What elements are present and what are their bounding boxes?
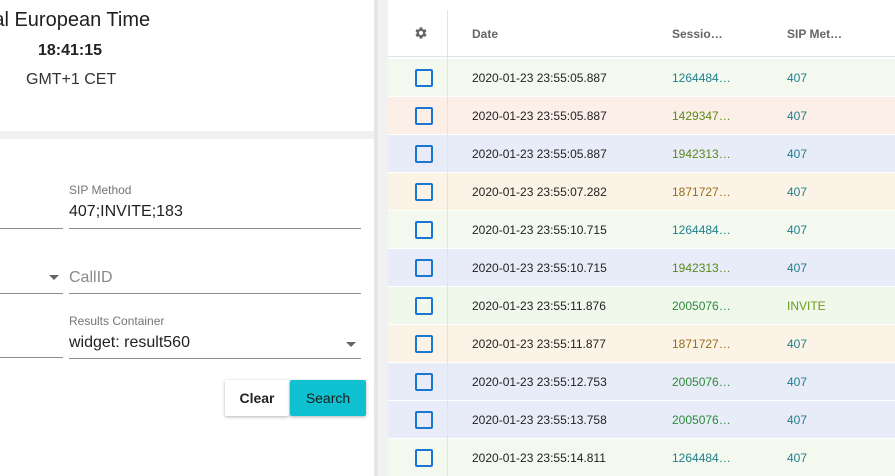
cell-sip-method: 407: [787, 147, 808, 161]
row-checkbox[interactable]: [415, 411, 433, 429]
cell-session[interactable]: 1871727…: [672, 337, 731, 351]
cell-date: 2020-01-23 23:55:11.876: [472, 299, 606, 313]
table-row[interactable]: 2020-01-23 23:55:10.715 1264484… 407: [388, 211, 895, 249]
cell-sip-method: 407: [787, 223, 808, 237]
cell-sip-method: INVITE: [787, 299, 826, 313]
search-button[interactable]: Search: [290, 380, 366, 416]
row-checkbox[interactable]: [415, 69, 433, 87]
callid-field[interactable]: CallID: [69, 257, 361, 295]
chevron-down-icon: [346, 342, 356, 347]
cell-sip-method: 407: [787, 413, 808, 427]
sip-method-value: 407;INVITE;183: [69, 203, 183, 220]
cell-session[interactable]: 1264484…: [672, 223, 731, 237]
row-checkbox[interactable]: [415, 449, 433, 467]
cell-date: 2020-01-23 23:55:07.282: [472, 185, 607, 199]
cell-date: 2020-01-23 23:55:14.811: [472, 451, 606, 465]
cell-sip-method: 407: [787, 185, 808, 199]
panel-divider[interactable]: [374, 0, 378, 476]
cell-sip-method: 407: [787, 109, 808, 123]
row-checkbox[interactable]: [415, 335, 433, 353]
row-checkbox[interactable]: [415, 221, 433, 239]
cell-date: 2020-01-23 23:55:05.887: [472, 109, 607, 123]
table-row[interactable]: 2020-01-23 23:55:11.877 1871727… 407: [388, 325, 895, 363]
clear-button[interactable]: Clear: [225, 380, 289, 416]
clock-timezone: GMT+1 CET: [26, 71, 117, 88]
column-header-session[interactable]: Sessio…: [672, 27, 723, 41]
cell-sip-method: 407: [787, 261, 808, 275]
callid-placeholder: CallID: [69, 269, 113, 286]
cell-session[interactable]: 1871727…: [672, 185, 731, 199]
field-underline: [0, 357, 63, 358]
cell-session[interactable]: 1264484…: [672, 451, 731, 465]
cell-sip-method: 407: [787, 337, 808, 351]
row-checkbox[interactable]: [415, 373, 433, 391]
table-header: Date Sessio… SIP Met…: [388, 10, 895, 57]
row-checkbox[interactable]: [415, 145, 433, 163]
results-container-value: widget: result560: [69, 334, 190, 351]
cell-session[interactable]: 2005076…: [672, 375, 731, 389]
left-dropdown[interactable]: [0, 257, 63, 295]
row-checkbox[interactable]: [415, 183, 433, 201]
cell-sip-method: 407: [787, 451, 808, 465]
table-row[interactable]: 2020-01-23 23:55:05.887 1942313… 407: [388, 135, 895, 173]
results-table: Date Sessio… SIP Met… 2020-01-23 23:55:0…: [388, 0, 895, 476]
cell-date: 2020-01-23 23:55:05.887: [472, 71, 607, 85]
cell-date: 2020-01-23 23:55:05.887: [472, 147, 607, 161]
table-row[interactable]: 2020-01-23 23:55:10.715 1942313… 407: [388, 249, 895, 287]
table-row[interactable]: 2020-01-23 23:55:05.887 1429347… 407: [388, 97, 895, 135]
results-container-select[interactable]: Results Container widget: result560: [69, 314, 361, 359]
cell-date: 2020-01-23 23:55:11.877: [472, 337, 606, 351]
row-checkbox[interactable]: [415, 297, 433, 315]
cell-date: 2020-01-23 23:55:12.753: [472, 375, 607, 389]
cell-session[interactable]: 1429347…: [672, 109, 731, 123]
cell-date: 2020-01-23 23:55:10.715: [472, 223, 607, 237]
results-container-label: Results Container: [69, 314, 165, 328]
table-row[interactable]: 2020-01-23 23:55:14.811 1264484… 407: [388, 439, 895, 476]
sip-method-field[interactable]: SIP Method 407;INVITE;183: [69, 183, 361, 229]
column-divider: [447, 10, 448, 476]
cell-sip-method: 407: [787, 71, 808, 85]
clock-widget: ntral European Time 18:41:15 GMT+1 CET: [0, 0, 374, 131]
table-row[interactable]: 2020-01-23 23:55:12.753 2005076… 407: [388, 363, 895, 401]
gear-icon[interactable]: [414, 26, 428, 40]
clock-time: 18:41:15: [38, 42, 103, 59]
chevron-down-icon: [49, 275, 59, 280]
table-row[interactable]: 2020-01-23 23:55:11.876 2005076… INVITE: [388, 287, 895, 325]
column-header-sip-method[interactable]: SIP Met…: [787, 27, 842, 41]
clock-title: ntral European Time: [0, 9, 151, 31]
cell-sip-method: 407: [787, 375, 808, 389]
cell-session[interactable]: 2005076…: [672, 413, 731, 427]
cell-session[interactable]: 1264484…: [672, 71, 731, 85]
cell-date: 2020-01-23 23:55:10.715: [472, 261, 607, 275]
table-row[interactable]: 2020-01-23 23:55:05.887 1264484… 407: [388, 59, 895, 97]
cell-session[interactable]: 2005076…: [672, 299, 731, 313]
search-form: SIP Method 407;INVITE;183 CallID Results…: [0, 139, 374, 476]
column-header-date[interactable]: Date: [472, 27, 498, 41]
cell-session[interactable]: 1942313…: [672, 147, 731, 161]
table-row[interactable]: 2020-01-23 23:55:07.282 1871727… 407: [388, 173, 895, 211]
row-checkbox[interactable]: [415, 259, 433, 277]
table-row[interactable]: 2020-01-23 23:55:13.758 2005076… 407: [388, 401, 895, 439]
sip-method-label: SIP Method: [69, 183, 132, 197]
row-checkbox[interactable]: [415, 107, 433, 125]
cell-session[interactable]: 1942313…: [672, 261, 731, 275]
field-underline: [0, 228, 63, 229]
cell-date: 2020-01-23 23:55:13.758: [472, 413, 607, 427]
